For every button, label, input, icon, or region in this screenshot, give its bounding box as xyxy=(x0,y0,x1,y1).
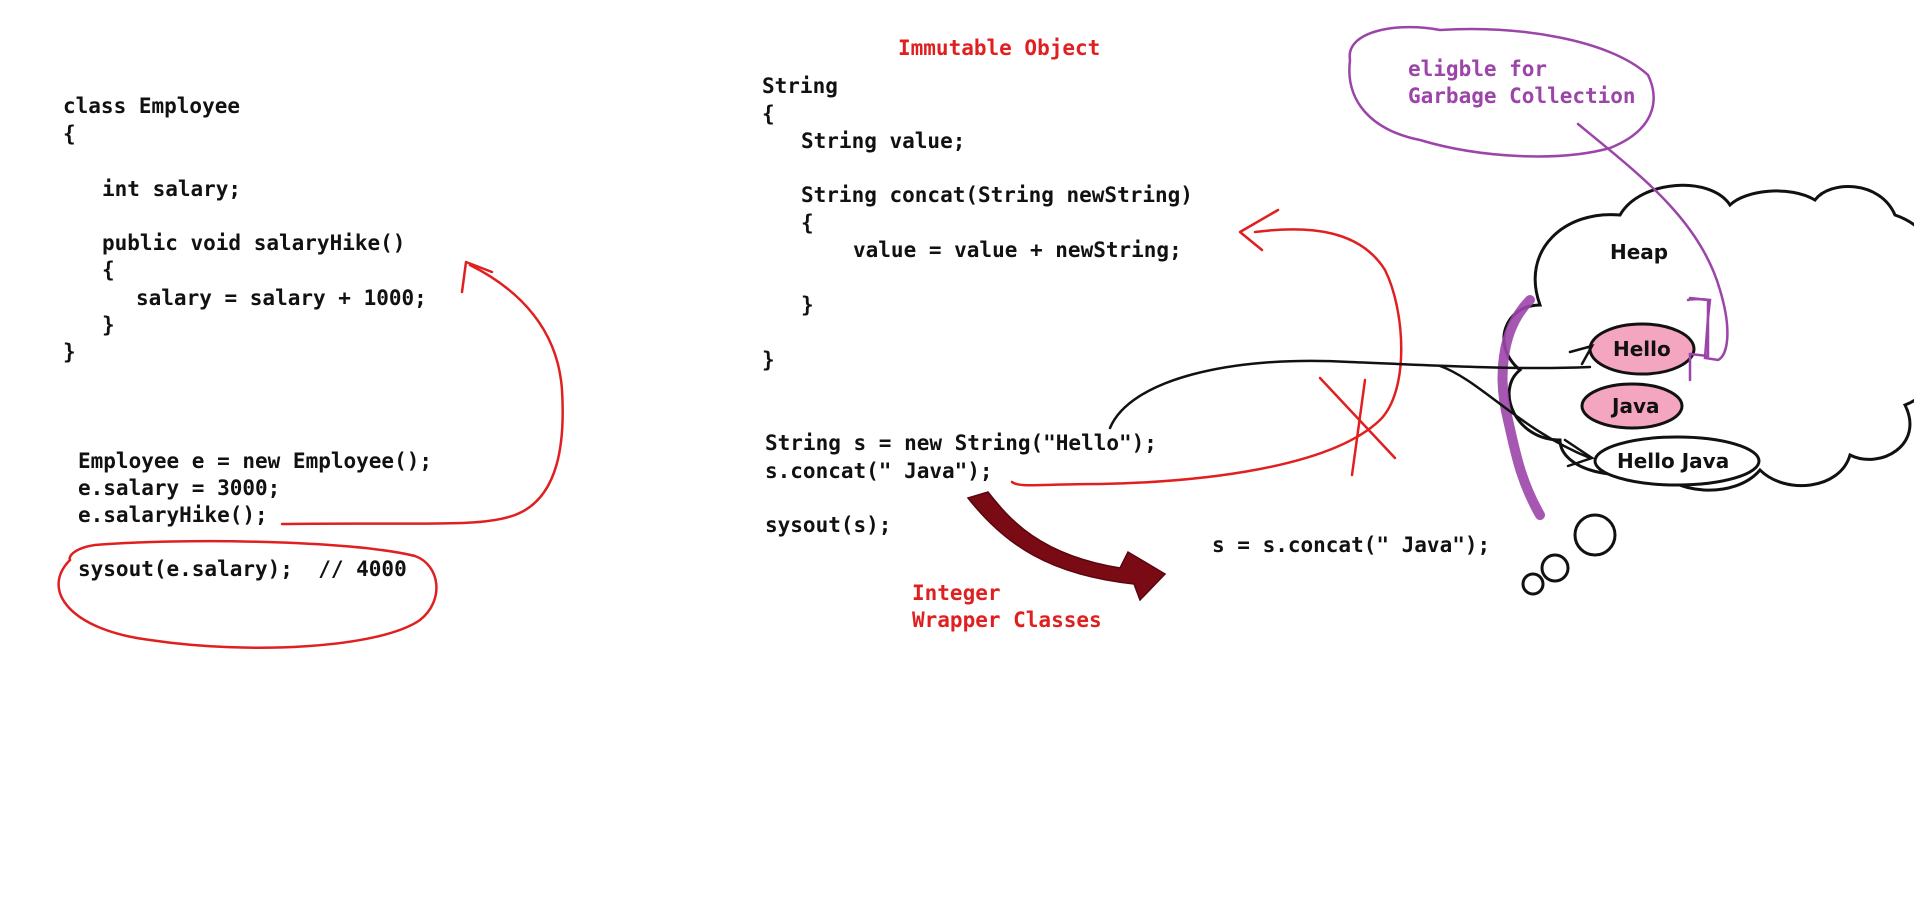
concat-open-brace: { xyxy=(801,211,814,235)
string-new-line: String s = new String("Hello"); xyxy=(765,431,1157,455)
string-concat-line: s.concat(" Java"); xyxy=(765,459,993,483)
thought-bubble-large xyxy=(1573,513,1617,557)
concat-close-brace: } xyxy=(801,293,814,317)
heap-title: Heap xyxy=(1610,240,1669,264)
salary-hike-signature: public void salaryHike() xyxy=(102,231,406,255)
salary-hike-body: salary = salary + 1000; xyxy=(136,286,427,310)
salary-hike-open-brace: { xyxy=(102,258,115,282)
heap-object-hello-java-label: Hello Java xyxy=(1617,449,1730,473)
concat-signature: String concat(String newString) xyxy=(801,183,1193,207)
employee-new-line: Employee e = new Employee(); xyxy=(78,449,433,473)
employee-call-line: e.salaryHike(); xyxy=(78,503,268,527)
gc-note-line1: eligble for xyxy=(1408,57,1548,81)
employee-close-brace: } xyxy=(63,340,76,364)
call-arrow-employee-head xyxy=(460,260,494,294)
whiteboard-canvas: class Employee { int salary; public void… xyxy=(0,0,1914,903)
next-topic-wrapper-classes: Wrapper Classes xyxy=(912,608,1102,632)
string-open-brace: { xyxy=(762,102,775,126)
heap-object-java-label: Java xyxy=(1612,394,1660,418)
immutable-object-heading: Immutable Object xyxy=(898,36,1101,60)
thought-bubble-small xyxy=(1521,572,1545,596)
string-close-brace: } xyxy=(762,348,775,372)
gc-note-line2: Garbage Collection xyxy=(1408,84,1636,108)
purple-highlight-scribble xyxy=(1497,295,1545,520)
red-cross-mark xyxy=(1318,376,1397,477)
string-class-decl: String xyxy=(762,74,838,98)
string-fix-line: s = s.concat(" Java"); xyxy=(1212,533,1491,557)
thought-bubble-medium xyxy=(1540,553,1570,583)
next-topic-integer: Integer xyxy=(912,581,1001,605)
concat-body: value = value + newString; xyxy=(853,238,1182,262)
employee-assign-line: e.salary = 3000; xyxy=(78,476,281,500)
salary-hike-close-brace: } xyxy=(102,313,115,337)
employee-salary-field: int salary; xyxy=(102,177,242,201)
employee-sysout-line: sysout(e.salary); // 4000 xyxy=(78,557,407,581)
heap-object-hello-label: Hello xyxy=(1613,337,1671,361)
string-value-field: String value; xyxy=(801,129,966,153)
employee-open-brace: { xyxy=(63,122,76,146)
string-sysout-line: sysout(s); xyxy=(765,513,892,537)
employee-class-decl: class Employee xyxy=(63,94,241,118)
